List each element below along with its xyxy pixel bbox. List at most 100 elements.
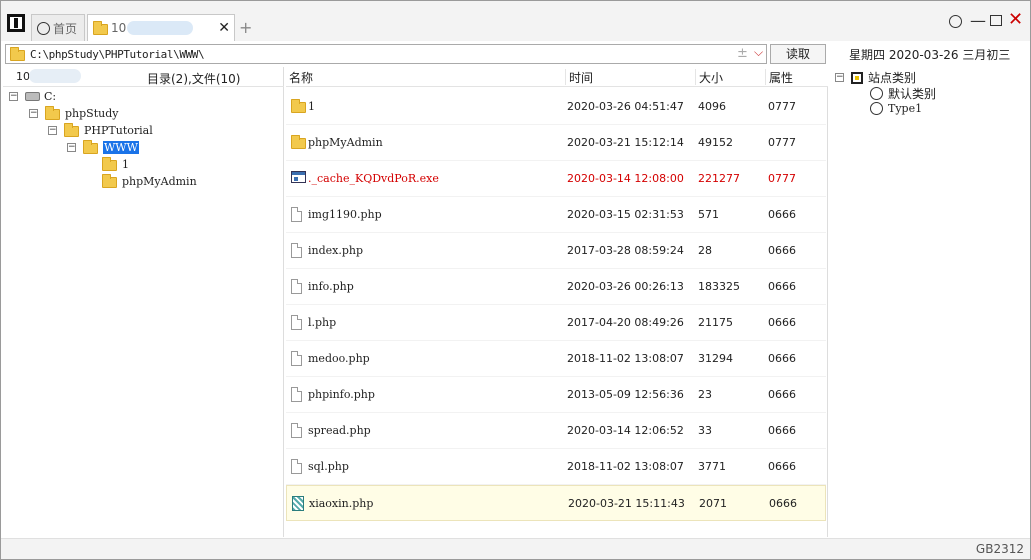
file-row[interactable]: img1190.php 2020-03-15 02:31:53 571 0666 [286, 197, 826, 233]
file-row[interactable]: ._cache_KQDvdPoR.exe 2020-03-14 12:08:00 2… [286, 161, 826, 197]
read-button[interactable]: 读取 [770, 44, 826, 64]
folder-icon [291, 135, 306, 152]
add-tab-button[interactable]: + [239, 18, 252, 37]
encoding-label[interactable]: GB2312 [976, 542, 1024, 556]
file-row[interactable]: index.php 2017-03-28 08:59:24 28 0666 [286, 233, 826, 269]
file-name: sql.php [308, 460, 349, 473]
file-name: xiaoxin.php [309, 497, 374, 510]
file-perm: 0666 [769, 497, 797, 510]
document-icon [291, 423, 302, 441]
category-item-default[interactable]: 默认类别 [870, 85, 936, 102]
column-header-name[interactable]: 名称 [286, 69, 566, 85]
tree-node-1[interactable]: 1 [102, 156, 129, 172]
app-logo-icon [7, 14, 25, 32]
close-window-button[interactable]: ✕ [1008, 9, 1023, 30]
file-name: img1190.php [308, 208, 382, 221]
file-time: 2020-03-14 12:06:52 [567, 424, 684, 437]
tab-active-site[interactable]: 10 ✕ [87, 14, 235, 41]
plus-minus-icon[interactable]: ± [737, 46, 748, 61]
chevron-down-icon[interactable]: ⌵ [754, 45, 763, 60]
folder-icon [102, 174, 117, 188]
redacted-blur [29, 69, 81, 83]
file-row[interactable]: sql.php 2018-11-02 13:08:07 3771 0666 [286, 449, 826, 485]
tree-node-phpstudy[interactable]: − phpStudy [29, 105, 118, 121]
collapse-icon[interactable]: − [67, 142, 76, 152]
document-icon [291, 459, 302, 477]
tab-home-label: 首页 [53, 21, 78, 36]
tree-node-label: PHPTutorial [84, 123, 153, 137]
tab-close-icon[interactable]: ✕ [218, 20, 230, 36]
hatched-file-icon [292, 496, 304, 514]
file-perm: 0666 [768, 460, 796, 473]
file-perm: 0777 [768, 100, 796, 113]
collapse-icon[interactable]: − [835, 73, 844, 82]
status-bar: GB2312 [1, 538, 1030, 559]
file-row[interactable]: phpMyAdmin 2020-03-21 15:12:14 49152 0777 [286, 125, 826, 161]
collapse-icon[interactable]: − [48, 125, 57, 135]
file-size: 23 [698, 388, 712, 401]
tree-node-phpmyadmin[interactable]: phpMyAdmin [102, 173, 197, 189]
title-bar: 首页 10 ✕ + — ✕ [1, 1, 1030, 41]
file-size: 31294 [698, 352, 733, 365]
file-perm: 0666 [768, 352, 796, 365]
file-time: 2018-11-02 13:08:07 [567, 460, 684, 473]
file-manager-window: 首页 10 ✕ + — ✕ C:\phpStudy\PHPTutorial\WW… [0, 0, 1031, 560]
file-time: 2018-11-02 13:08:07 [567, 352, 684, 365]
category-root[interactable]: − 站点类别 [835, 69, 916, 86]
file-row[interactable]: xiaoxin.php 2020-03-21 15:11:43 2071 0666 [286, 485, 826, 521]
folder-icon [93, 21, 108, 35]
file-name: ._cache_KQDvdPoR.exe [308, 172, 439, 185]
minimize-button[interactable]: — [970, 11, 986, 30]
file-perm: 0777 [768, 172, 796, 185]
file-time: 2013-05-09 12:56:36 [567, 388, 684, 401]
directory-tree-pane: 10 目录(2),文件(10) − C: − phpStudy − PHPTut… [3, 67, 284, 537]
file-time: 2020-03-15 02:31:53 [567, 208, 684, 221]
file-perm: 0666 [768, 424, 796, 437]
path-input[interactable]: C:\phpStudy\PHPTutorial\WWW\ ± ⌵ [5, 44, 767, 64]
category-item-type1[interactable]: Type1 [870, 102, 922, 115]
file-perm: 0666 [768, 388, 796, 401]
home-tab-icon [37, 21, 50, 35]
document-icon [291, 207, 302, 225]
circle-button-icon[interactable] [949, 15, 962, 28]
tree-node-www[interactable]: − WWW [67, 139, 139, 155]
category-root-icon [851, 71, 863, 84]
column-header-size[interactable]: 大小 [695, 69, 765, 85]
file-perm: 0666 [768, 208, 796, 221]
maximize-button[interactable] [990, 15, 1002, 26]
site-category-pane: − 站点类别 默认类别 Type1 [830, 67, 1029, 537]
file-name: 1 [308, 100, 315, 113]
file-size: 21175 [698, 316, 733, 329]
document-icon [291, 279, 302, 297]
file-row[interactable]: medoo.php 2018-11-02 13:08:07 31294 0666 [286, 341, 826, 377]
tree-node-drive[interactable]: − C: [9, 88, 56, 104]
collapse-icon[interactable]: − [29, 108, 38, 118]
file-row[interactable]: phpinfo.php 2013-05-09 12:56:36 23 0666 [286, 377, 826, 413]
file-row[interactable]: l.php 2017-04-20 08:49:26 21175 0666 [286, 305, 826, 341]
file-perm: 0666 [768, 280, 796, 293]
file-perm: 0666 [768, 316, 796, 329]
tab-active-label: 10 [111, 21, 127, 35]
file-time: 2020-03-21 15:12:14 [567, 136, 684, 149]
file-time: 2020-03-21 15:11:43 [568, 497, 685, 510]
file-size: 2071 [699, 497, 727, 510]
file-time: 2020-03-26 04:51:47 [567, 100, 684, 113]
column-header-time[interactable]: 时间 [565, 69, 695, 85]
folder-icon [10, 47, 25, 61]
category-root-label: 站点类别 [868, 71, 917, 85]
tree-header: 10 目录(2),文件(10) [3, 67, 284, 87]
file-row[interactable]: spread.php 2020-03-14 12:06:52 33 0666 [286, 413, 826, 449]
file-name: phpinfo.php [308, 388, 375, 401]
category-item-label: Type1 [888, 102, 923, 115]
tree-node-phptutorial[interactable]: − PHPTutorial [48, 122, 153, 138]
file-row[interactable]: info.php 2020-03-26 00:26:13 183325 0666 [286, 269, 826, 305]
file-row[interactable]: 1 2020-03-26 04:51:47 4096 0777 [286, 89, 826, 125]
tab-home[interactable]: 首页 [31, 14, 85, 41]
circle-icon [870, 87, 883, 100]
circle-icon [870, 102, 883, 115]
category-item-label: 默认类别 [888, 87, 937, 101]
file-list-header: 名称 时间 大小 属性 [286, 67, 828, 87]
column-header-perm[interactable]: 属性 [765, 69, 825, 85]
collapse-icon[interactable]: − [9, 91, 18, 101]
file-time: 2017-03-28 08:59:24 [567, 244, 684, 257]
